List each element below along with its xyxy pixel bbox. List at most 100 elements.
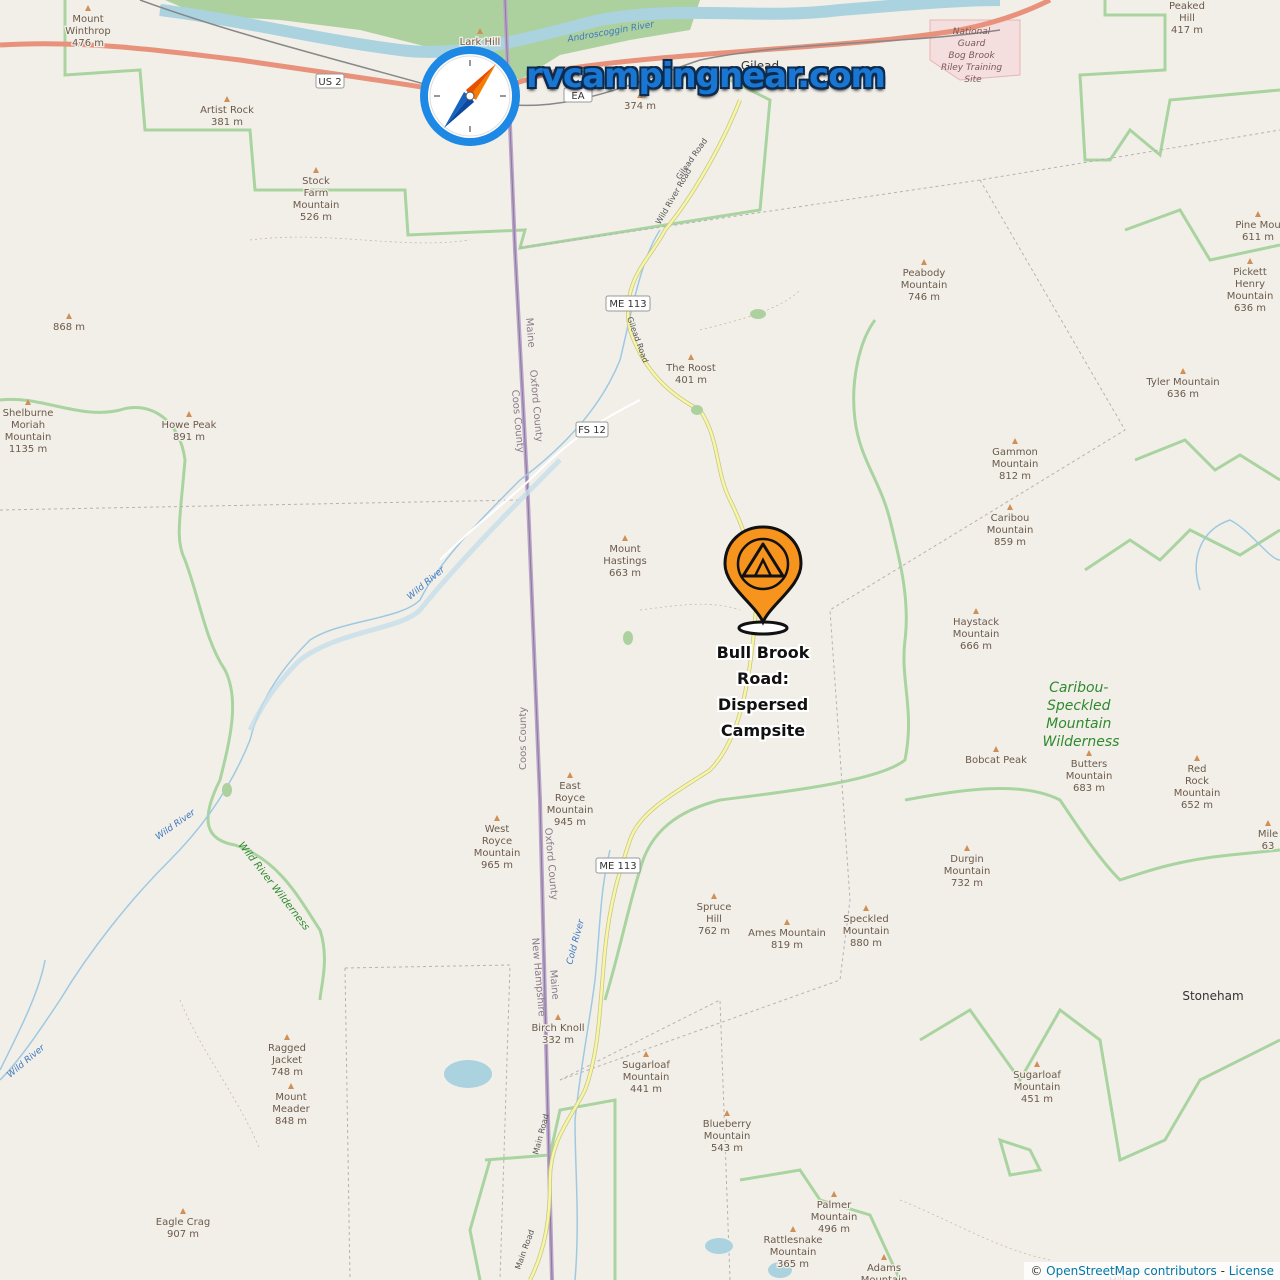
peak-elevation: 762 m <box>698 926 730 937</box>
peak-elevation: 652 m <box>1181 800 1213 811</box>
forest-patch <box>750 309 766 319</box>
peak-name: Palmer <box>817 1200 852 1211</box>
peak-name: Mountain <box>293 200 340 211</box>
peak-elevation: 748 m <box>271 1067 303 1078</box>
peak-elevation: 891 m <box>173 432 205 443</box>
military-label-line: Bog Brook <box>948 51 995 61</box>
peak-name: Peaked <box>1169 1 1205 12</box>
peak-name: Moriah <box>11 420 45 431</box>
peak-name: Stock <box>302 176 330 187</box>
peak-name: Tyler Mountain <box>1145 377 1219 388</box>
peak-name: Eagle Crag <box>156 1217 210 1228</box>
forest-patch <box>222 783 232 797</box>
road-shield: ME 113 <box>605 295 651 312</box>
county-label: Coos County <box>518 707 529 770</box>
peak-name: Howe Peak <box>162 420 217 431</box>
peak-name: Mountain <box>5 432 52 443</box>
peak-name: Henry <box>1235 279 1265 290</box>
peak-elevation: 332 m <box>542 1035 574 1046</box>
peak-name: Haystack <box>953 617 999 628</box>
place-label-stoneham: Stoneham <box>1182 989 1243 1003</box>
peak-name: Sugarloaf <box>622 1060 670 1071</box>
peak-elevation: 381 m <box>211 117 243 128</box>
map-canvas[interactable]: US 2 ME 113 FS 12 ME 113 EA Gilead Road … <box>0 0 1280 1280</box>
peak-elevation: 496 m <box>818 1224 850 1235</box>
forest-patch <box>691 405 703 415</box>
peak-elevation: 417 m <box>1171 25 1203 36</box>
wilderness-label-line: Wilderness <box>1043 734 1120 750</box>
license-link[interactable]: License <box>1229 1264 1274 1278</box>
peak-name: Mountain <box>944 866 991 877</box>
peak-name: Meader <box>272 1104 310 1115</box>
peak-name: Mountain <box>811 1212 858 1223</box>
peak-elevation: 636 m <box>1234 303 1266 314</box>
road-shield: ME 113 <box>595 857 641 874</box>
peak-name: Mountain <box>861 1275 908 1280</box>
peak-elevation: 945 m <box>554 817 586 828</box>
peak-name: Ames Mountain <box>748 928 826 939</box>
peak-elevation: 965 m <box>481 860 513 871</box>
peak-elevation: 374 m <box>624 101 656 112</box>
peak-name: Hastings <box>603 556 646 567</box>
peak-name: Mount <box>72 14 103 25</box>
road-shield-label: US 2 <box>318 77 341 88</box>
peak-elevation: 663 m <box>609 568 641 579</box>
peak-name: Shelburne <box>3 408 54 419</box>
peak-name: Pickett <box>1233 267 1267 278</box>
peak-elevation: 526 m <box>300 212 332 223</box>
peak-elevation: 812 m <box>999 471 1031 482</box>
peak-elevation: 848 m <box>275 1116 307 1127</box>
peak-name: Durgin <box>950 854 983 865</box>
peak-name: Mountain <box>843 926 890 937</box>
peak-name: West <box>485 824 510 835</box>
peak-elevation: 907 m <box>167 1229 199 1240</box>
peak-name: Rock <box>1185 776 1209 787</box>
peak-name: Blueberry <box>703 1119 752 1130</box>
tent-pin-icon[interactable] <box>721 524 805 638</box>
military-label-line: Guard <box>958 39 986 49</box>
peak-elevation: 859 m <box>994 537 1026 548</box>
peak-name: Butters <box>1071 759 1108 770</box>
peak-elevation: 1135 m <box>9 444 47 455</box>
military-label-line: National <box>953 27 991 37</box>
peak-name: Red <box>1188 764 1207 775</box>
attribution-link[interactable]: OpenStreetMap contributors <box>1046 1264 1217 1278</box>
peak-name: Mount <box>275 1092 306 1103</box>
peak-name: Mountain <box>704 1131 751 1142</box>
peak-name: Mountain <box>547 805 594 816</box>
peak-name: Mountain <box>992 459 1039 470</box>
peak-name: Artist Rock <box>200 105 254 116</box>
peak-name: Mountain <box>770 1247 817 1258</box>
peak-name: Mountain <box>1174 788 1221 799</box>
peak-name: Mount <box>609 544 640 555</box>
forest-patch <box>623 631 633 645</box>
peak-name: Bobcat Peak <box>965 755 1027 766</box>
peak-elevation: 611 m <box>1242 232 1274 243</box>
map-attribution: © OpenStreetMap contributors - License <box>1024 1262 1280 1280</box>
peak-name: Pine Mou <box>1235 220 1280 231</box>
peak-name: Royce <box>555 793 585 804</box>
peak-name: Birch Knoll <box>531 1023 584 1034</box>
compass-icon <box>420 46 520 146</box>
peak-name: Mountain <box>987 525 1034 536</box>
road-shield: FS 12 <box>575 421 609 438</box>
peak-name: Sugarloaf <box>1013 1070 1061 1081</box>
road-shield: US 2 <box>315 73 345 89</box>
peak-name: Mountain <box>901 280 948 291</box>
peak-elevation: 868 m <box>53 322 85 333</box>
peak-name: Caribou <box>991 513 1030 524</box>
peak-elevation: 441 m <box>630 1084 662 1095</box>
brand-logo[interactable]: rvcampingnear.com <box>416 42 886 150</box>
peak-elevation: 746 m <box>908 292 940 303</box>
peak-name: Spruce <box>697 902 732 913</box>
peak-elevation: 543 m <box>711 1143 743 1154</box>
brand-text: rvcampingnear.com <box>526 56 886 96</box>
attribution-prefix: © <box>1030 1264 1043 1278</box>
peak-name: Royce <box>482 836 512 847</box>
peak-elevation: 476 m <box>72 38 104 49</box>
peak-elevation: 819 m <box>771 940 803 951</box>
wilderness-label-line: Mountain <box>1046 716 1111 732</box>
peak-name: East <box>559 781 581 792</box>
wilderness-label-line: Caribou- <box>1049 680 1108 696</box>
peak-name: The Roost <box>665 363 716 374</box>
